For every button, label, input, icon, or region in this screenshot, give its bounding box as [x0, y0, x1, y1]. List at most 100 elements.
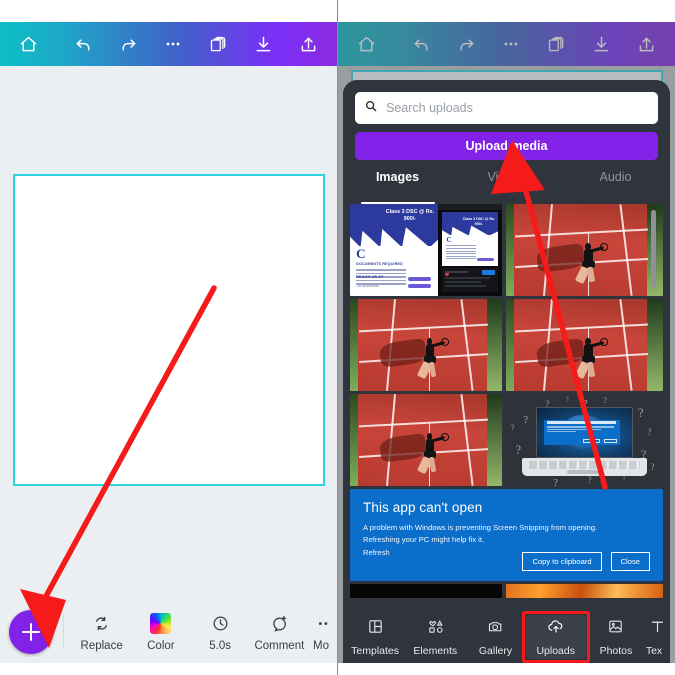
action-label: Comment: [254, 639, 305, 652]
poster-logo-letter: C: [356, 246, 366, 262]
windows-error-screenshot: This app can't open A problem with Windo…: [350, 489, 663, 581]
poster-preview: Class 3 DSC @ Rs. 900/- C DOCUMENTS REQU…: [350, 204, 502, 296]
upload-item-tennis-1[interactable]: [506, 204, 663, 296]
duration-clock-icon: [211, 613, 230, 635]
device-top-strip: [0, 0, 337, 22]
home-icon[interactable]: [14, 29, 43, 59]
nav-label: Gallery: [478, 644, 513, 657]
selection-action-bar: Replace Color 5.0s Comment Mo: [0, 601, 337, 663]
tab-label: Images: [375, 170, 420, 184]
uploads-scrollbar[interactable]: [651, 210, 656, 288]
tab-images[interactable]: Images: [343, 170, 452, 204]
elements-shapes-icon: [427, 618, 444, 640]
cloud-upload-icon: [547, 617, 565, 640]
dialog-title: This app can't open: [363, 500, 483, 515]
action-label: Mo: [313, 639, 329, 652]
download-icon[interactable]: [249, 29, 278, 59]
poster-contact-title: REACH US AT:: [356, 274, 384, 280]
templates-icon: [367, 618, 384, 640]
upload-item-poster[interactable]: Class 3 DSC @ Rs. 900/- C DOCUMENTS REQU…: [350, 204, 502, 296]
close-button: Close: [610, 552, 650, 571]
upload-item-fire[interactable]: [506, 584, 663, 598]
nav-label: Elements: [413, 644, 458, 657]
poster-sub-headline: Class 3 DSC @ Rs. 900/-: [462, 216, 495, 226]
tab-videos[interactable]: Videos: [452, 170, 561, 198]
media-type-tabs: Images Videos Audio: [343, 170, 670, 204]
action-replace[interactable]: Replace: [72, 613, 131, 652]
nav-label: Tex: [646, 644, 663, 657]
screenshot-root: Replace Color 5.0s Comment Mo Search upl…: [0, 0, 675, 675]
device-top-strip: [338, 0, 675, 22]
upload-item-black[interactable]: [350, 584, 502, 598]
nav-item-elements[interactable]: Elements: [405, 618, 465, 657]
uploads-bottom-sheet: Search uploads Upload media Images Video…: [343, 80, 670, 663]
search-input[interactable]: Search uploads: [355, 92, 658, 124]
upload-item-tennis-3[interactable]: [506, 299, 663, 391]
search-icon: [364, 99, 378, 118]
laptop-error-illustration: ? ? ? ? ? ? ? ? ? ? ? ? ? ? ?: [506, 394, 663, 486]
tennis-photo: [506, 204, 663, 296]
color-wheel-icon: [150, 613, 172, 635]
upload-item-tennis-2[interactable]: [350, 299, 502, 391]
search-placeholder: Search uploads: [386, 101, 473, 115]
duplicate-pages-icon[interactable]: [204, 29, 233, 59]
editor-bottom-nav: Templates Elements Gallery Uploads Photo…: [343, 611, 670, 663]
redo-icon[interactable]: [114, 29, 143, 59]
poster-headline: Class 3 DSC @ Rs. 900/-: [385, 208, 435, 223]
blank-canvas[interactable]: [13, 174, 325, 486]
photo-image-icon: [607, 618, 624, 640]
upload-item-tennis-4[interactable]: [350, 394, 502, 486]
tennis-photo: [350, 394, 502, 486]
upload-media-label: Upload media: [465, 139, 548, 153]
action-duration[interactable]: 5.0s: [191, 613, 250, 652]
more-horizontal-icon: [314, 613, 333, 635]
undo-icon[interactable]: [69, 29, 98, 59]
canvas-workspace[interactable]: [0, 66, 337, 663]
poster-logo-letter: C: [446, 235, 452, 244]
action-label: 5.0s: [209, 639, 231, 652]
device-bottom-strip: [0, 663, 337, 675]
nav-item-photos[interactable]: Photos: [586, 618, 646, 657]
uploads-grid[interactable]: Class 3 DSC @ Rs. 900/- C DOCUMENTS REQU…: [350, 204, 663, 663]
nav-label: Uploads: [536, 645, 575, 657]
poster-contact-info: +91 8100733342: [356, 283, 379, 288]
action-color[interactable]: Color: [131, 613, 190, 652]
nav-item-templates[interactable]: Templates: [345, 618, 405, 657]
poster-right-page: Class 3 DSC @ Rs. 900/- C: [438, 204, 502, 296]
pane-divider: [337, 0, 338, 675]
poster-section-title: DOCUMENTS REQUIRED: [356, 262, 403, 267]
tab-audio[interactable]: Audio: [561, 170, 670, 198]
nav-item-gallery[interactable]: Gallery: [465, 618, 525, 657]
upload-media-button[interactable]: Upload media: [355, 132, 658, 160]
dialog-buttons: Copy to clipboard Close: [522, 552, 650, 571]
nav-item-uploads[interactable]: Uploads: [521, 611, 590, 663]
camera-gallery-icon: [487, 618, 504, 640]
action-label: Replace: [80, 639, 123, 652]
action-comment[interactable]: Comment: [250, 613, 309, 652]
more-horizontal-icon[interactable]: [159, 29, 188, 59]
replace-icon: [92, 613, 111, 635]
comment-add-icon: [270, 613, 289, 635]
tab-label: Videos: [487, 170, 526, 184]
share-icon[interactable]: [294, 29, 323, 59]
poster-left-page: Class 3 DSC @ Rs. 900/- C DOCUMENTS REQU…: [350, 204, 439, 296]
copy-to-clipboard-button: Copy to clipboard: [522, 552, 602, 571]
nav-label: Templates: [351, 644, 400, 657]
tennis-photo: [350, 299, 502, 391]
toolbar-dim-overlay: [338, 22, 675, 66]
editor-toolbar: [0, 22, 337, 66]
tab-label: Audio: [599, 170, 632, 184]
action-label: Color: [147, 639, 175, 652]
tennis-photo: [506, 299, 663, 391]
add-button[interactable]: [9, 610, 53, 654]
divider: [63, 615, 64, 649]
text-icon: [649, 618, 666, 640]
nav-label: Photos: [599, 644, 633, 657]
right-phone-pane: Search uploads Upload media Images Video…: [338, 0, 675, 675]
upload-item-windows-error[interactable]: This app can't open A problem with Windo…: [350, 489, 663, 581]
upload-item-laptop-illustration[interactable]: ? ? ? ? ? ? ? ? ? ? ? ? ? ? ?: [506, 394, 663, 486]
device-bottom-strip: [338, 663, 675, 675]
left-phone-pane: Replace Color 5.0s Comment Mo: [0, 0, 337, 675]
action-more[interactable]: Mo: [309, 613, 337, 652]
nav-item-text[interactable]: Tex: [646, 618, 668, 657]
